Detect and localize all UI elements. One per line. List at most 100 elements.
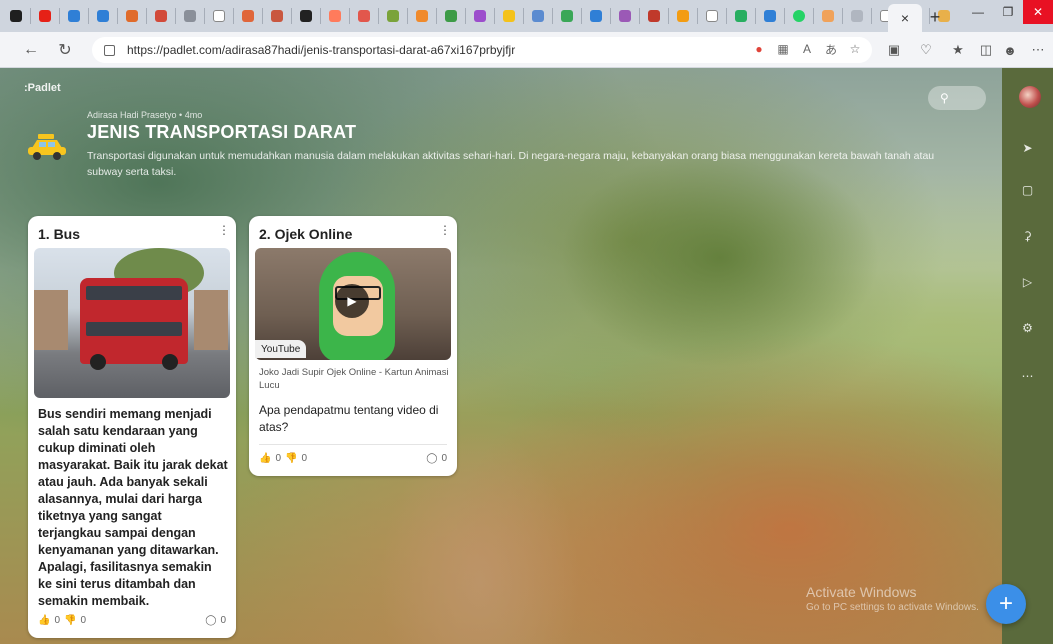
tab-separator (581, 8, 582, 24)
lock-icon (104, 44, 115, 56)
settings-gear-icon[interactable]: ⚙ (1002, 316, 1053, 340)
board-title: JENIS TRANSPORTASI DARAT (87, 122, 357, 142)
tab-favicon-22[interactable] (614, 5, 636, 27)
photo-building (34, 290, 68, 350)
comment-icon[interactable]: ◯ (426, 453, 437, 464)
tab-favicon-30[interactable] (846, 5, 868, 27)
search-button[interactable]: ⚲ (928, 86, 986, 110)
read-aloud-icon[interactable]: A (800, 42, 814, 56)
tab-separator (378, 8, 379, 24)
tab-favicon-14[interactable] (382, 5, 404, 27)
bus-photo[interactable] (34, 248, 230, 398)
favorites-list-icon[interactable]: ★ (950, 42, 966, 58)
tab-favicon-10[interactable] (266, 5, 288, 27)
share-icon[interactable]: ➤ (1002, 136, 1053, 160)
new-tab-button[interactable]: + (924, 6, 946, 28)
comment-count: 0 (441, 452, 447, 464)
tab-separator (871, 8, 872, 24)
tab-separator (320, 8, 321, 24)
video-caption[interactable]: Joko Jadi Supir Ojek Online - Kartun Ani… (259, 366, 449, 392)
tab-favicon-youtube[interactable] (34, 5, 56, 27)
tab-favicon-8[interactable] (208, 5, 230, 27)
remake-icon[interactable]: ▢ (1002, 178, 1053, 202)
tab-favicon-24[interactable] (672, 5, 694, 27)
tab-favicon-9[interactable] (237, 5, 259, 27)
tab-favicon-18[interactable] (498, 5, 520, 27)
post-card-ojek-online[interactable]: 2. Ojek Online ⋮ ▶ YouTube Joko Jadi Sup… (249, 216, 457, 476)
add-post-button[interactable]: + (986, 584, 1026, 624)
tab-favicon-25[interactable] (701, 5, 723, 27)
favorite-star-icon[interactable]: ☆ (848, 42, 862, 56)
post-card-bus[interactable]: 1. Bus ⋮ Bus sendiri memang menjadi sala… (28, 216, 236, 638)
extension-icon[interactable]: ▣ (886, 42, 902, 58)
slideshow-play-icon[interactable]: ▷ (1002, 270, 1053, 294)
tab-favicon-26[interactable] (730, 5, 752, 27)
dislike-count: 0 (301, 452, 308, 464)
refresh-icon[interactable]: ↻ (54, 39, 76, 61)
tab-separator (668, 8, 669, 24)
notification-bell-icon[interactable]: ⚳ (1002, 224, 1053, 248)
tab-separator (204, 8, 205, 24)
tab-favicon-19[interactable] (527, 5, 549, 27)
window-close-icon[interactable]: ✕ (1023, 0, 1053, 24)
padlet-logo[interactable]: :Padlet (24, 82, 61, 94)
tab-favicon-17[interactable] (469, 5, 491, 27)
tab-favicon-5[interactable] (121, 5, 143, 27)
profile-icon[interactable]: ☻ (1002, 42, 1018, 58)
browser-essentials-icon[interactable]: ♡ (918, 42, 934, 58)
tab-favicon-whatsapp[interactable] (788, 5, 810, 27)
user-avatar[interactable] (1019, 86, 1041, 108)
watermark-line-1: Activate Windows (806, 584, 917, 600)
collections-icon[interactable]: ◫ (978, 42, 994, 58)
tab-separator (755, 8, 756, 24)
minimize-icon[interactable]: — (963, 0, 993, 24)
tab-favicon-7[interactable] (179, 5, 201, 27)
back-arrow-icon[interactable]: ← (20, 39, 42, 61)
tab-close-icon[interactable]: × (901, 10, 909, 26)
url-field[interactable]: https://padlet.com/adirasa87hadi/jenis-t… (92, 37, 872, 63)
tab-favicon-29[interactable] (817, 5, 839, 27)
tab-favicon-27[interactable] (759, 5, 781, 27)
post-menu-icon[interactable]: ⋮ (439, 224, 451, 236)
youtube-tag: YouTube (255, 340, 307, 358)
restore-icon[interactable]: ❐ (993, 0, 1023, 24)
translate-icon[interactable]: あ (824, 42, 838, 57)
like-count: 0 (54, 614, 61, 626)
tab-separator (407, 8, 408, 24)
tab-favicon-3[interactable] (63, 5, 85, 27)
watermark-line-2: Go to PC settings to activate Windows. (806, 602, 979, 613)
tab-favicon-15[interactable] (411, 5, 433, 27)
dislike-icon[interactable]: 👎 (64, 615, 76, 626)
like-icon[interactable]: 👍 (259, 453, 271, 464)
tab-favicon-11[interactable] (295, 5, 317, 27)
tab-favicon-4[interactable] (92, 5, 114, 27)
like-icon[interactable]: 👍 (38, 615, 50, 626)
photo-building (194, 290, 228, 350)
tab-favicon-13[interactable] (353, 5, 375, 27)
right-toolbar: ➤ ▢ ⚳ ▷ ⚙ ⋯ (1002, 68, 1053, 644)
more-options-icon[interactable]: ⋯ (1002, 364, 1053, 388)
tab-favicon-23[interactable] (643, 5, 665, 27)
post-title: 1. Bus (38, 226, 81, 242)
tab-favicon-16[interactable] (440, 5, 462, 27)
tab-favicon-6[interactable] (150, 5, 172, 27)
post-divider (259, 444, 447, 445)
tab-separator (436, 8, 437, 24)
play-icon[interactable]: ▶ (335, 284, 369, 318)
tab-separator (813, 8, 814, 24)
app-available-icon[interactable]: ▦ (776, 42, 790, 56)
tab-favicon-20[interactable] (556, 5, 578, 27)
post-body: Bus sendiri memang menjadi salah satu ke… (38, 407, 228, 608)
tracking-prevention-icon[interactable]: ● (752, 42, 766, 56)
tab-favicon-1[interactable] (5, 5, 27, 27)
tab-separator (726, 8, 727, 24)
board-owner[interactable]: Adirasa Hadi Prasetyo • 4mo (87, 110, 202, 120)
settings-more-icon[interactable]: ⋯ (1030, 42, 1046, 58)
taxi-icon (28, 134, 66, 160)
post-menu-icon[interactable]: ⋮ (218, 224, 230, 236)
active-tab[interactable]: × (888, 4, 922, 32)
comment-icon[interactable]: ◯ (205, 615, 216, 626)
tab-favicon-12[interactable] (324, 5, 346, 27)
dislike-icon[interactable]: 👎 (285, 453, 297, 464)
tab-favicon-21[interactable] (585, 5, 607, 27)
